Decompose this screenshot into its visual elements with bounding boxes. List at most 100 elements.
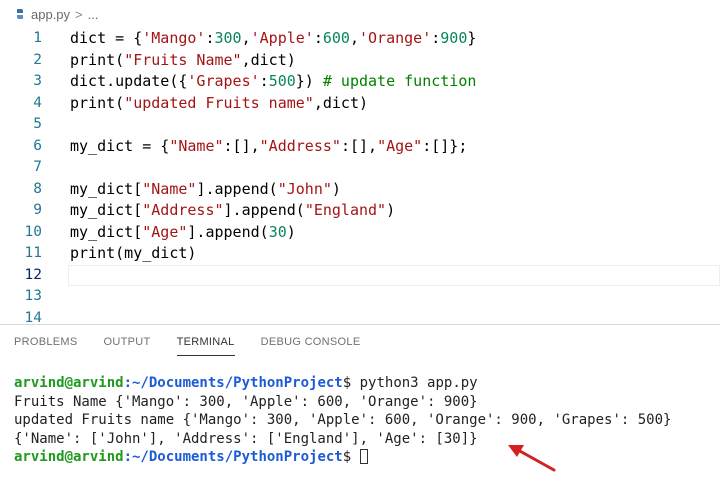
red-arrow-icon: [508, 445, 556, 472]
code-line[interactable]: 10 my_dict["Age"].append(30): [0, 222, 720, 244]
code-token: ].append(: [196, 179, 278, 198]
line-number: 5: [33, 116, 42, 132]
code-token: 900: [440, 29, 468, 47]
terminal-output-line: Fruits Name {'Mango': 300, 'Apple': 600,…: [14, 393, 478, 410]
code-token: 'Grapes': [187, 72, 260, 90]
code-token: ,: [241, 29, 251, 47]
code-token: ): [331, 179, 341, 198]
line-number: 4: [33, 94, 42, 111]
breadcrumb-ellipsis[interactable]: ...: [88, 7, 99, 22]
tab-output[interactable]: OUTPUT: [104, 328, 151, 356]
code-token: "updated Fruits name": [124, 93, 314, 112]
code-text: my_dict["Age"].append(30): [70, 222, 296, 244]
tab-problems[interactable]: PROBLEMS: [14, 328, 78, 356]
code-token: 300: [214, 29, 242, 47]
code-line[interactable]: 6 my_dict = {"Name":[],"Address":[],"Age"…: [0, 136, 720, 158]
code-line[interactable]: 4 print("updated Fruits name",dict): [0, 93, 720, 115]
code-token: "Name": [169, 136, 224, 155]
code-text: dict.update({'Grapes':500}) # update fun…: [70, 71, 476, 93]
breadcrumb: app.py > ...: [0, 0, 720, 28]
code-token: :[],: [340, 136, 378, 155]
code-token: 'Mango': [142, 29, 206, 47]
code-token: "Name": [142, 179, 197, 198]
chevron-right-icon: >: [75, 6, 83, 22]
tab-debug-console[interactable]: DEBUG CONSOLE: [261, 328, 361, 356]
terminal-prompt-line: arvind@arvind:~/Documents/PythonProject$: [14, 448, 720, 467]
code-line[interactable]: 5: [0, 114, 720, 136]
prompt-path: :~/Documents/PythonProject: [123, 449, 343, 465]
line-number: 13: [24, 288, 42, 304]
prompt-user: arvind@arvind: [14, 449, 124, 465]
line-number: 7: [33, 159, 42, 175]
code-token: ): [386, 201, 396, 219]
code-token: 'Orange': [359, 29, 432, 47]
code-token: :: [205, 29, 215, 47]
code-token: my_dict = {: [70, 136, 170, 155]
prompt-symbol: $: [342, 375, 352, 391]
terminal-cursor[interactable]: [359, 449, 368, 464]
code-token: 30: [268, 222, 287, 241]
code-text: print(my_dict): [70, 243, 196, 265]
line-number: 10: [24, 223, 42, 240]
code-editor[interactable]: 1 dict = {'Mango':300,'Apple':600,'Orange…: [0, 28, 720, 326]
code-token: :: [313, 29, 323, 47]
code-line[interactable]: 3 dict.update({'Grapes':500}) # update fu…: [0, 71, 720, 93]
line-number: 11: [24, 245, 42, 261]
tab-terminal[interactable]: TERMINAL: [176, 328, 235, 356]
code-token: print(my_dict): [70, 244, 197, 262]
code-token: my_dict[: [70, 222, 143, 241]
code-line[interactable]: 7: [0, 157, 720, 179]
terminal-command: python3 app.py: [351, 375, 478, 391]
code-line[interactable]: 9 my_dict["Address"].append("England"): [0, 200, 720, 222]
code-token: "Age": [142, 222, 188, 241]
code-token: dict.update({: [70, 72, 188, 90]
prompt-path: :~/Documents/PythonProject: [123, 375, 343, 391]
code-text: print("Fruits Name",dict): [70, 50, 296, 72]
code-token: :[],: [223, 136, 260, 155]
line-number: 12: [24, 266, 42, 283]
code-token: "England": [304, 201, 387, 219]
code-line[interactable]: 11 print(my_dict): [0, 243, 720, 265]
code-token: :[]};: [422, 136, 468, 155]
code-token: ].append(: [223, 201, 305, 219]
line-number: 1: [33, 30, 42, 46]
code-token: ,dict): [313, 93, 369, 112]
code-token: }): [295, 72, 323, 90]
terminal-output-line: {'Name': ['John'], 'Address': ['England'…: [14, 430, 478, 447]
line-number: 8: [33, 180, 42, 197]
terminal-output-line: updated Fruits name {'Mango': 300, 'Appl…: [14, 412, 672, 428]
code-line[interactable]: 1 dict = {'Mango':300,'Apple':600,'Orange…: [0, 28, 720, 50]
code-token: "John": [277, 179, 332, 198]
code-line[interactable]: 8 my_dict["Name"].append("John"): [0, 179, 720, 201]
line-number: 2: [33, 51, 42, 68]
line-number: 6: [33, 137, 42, 154]
code-line[interactable]: 2 print("Fruits Name",dict): [0, 50, 720, 72]
code-token: dict = {: [70, 29, 143, 47]
code-token: my_dict[: [70, 179, 143, 198]
terminal-command-line: arvind@arvind:~/Documents/PythonProject$…: [14, 374, 720, 393]
panel-tabs: PROBLEMS OUTPUT TERMINAL DEBUG CONSOLE: [0, 325, 720, 359]
code-token: "Address": [142, 201, 224, 219]
code-text: my_dict["Address"].append("England"): [70, 200, 395, 222]
code-token: "Address": [259, 136, 341, 155]
code-line[interactable]: 13: [0, 286, 720, 308]
code-token: # update function: [322, 72, 477, 90]
code-text: dict = {'Mango':300,'Apple':600,'Orange'…: [70, 28, 476, 50]
code-token: ,dict): [241, 50, 296, 69]
code-token: :: [431, 29, 441, 47]
code-text: print("updated Fruits name",dict): [70, 93, 368, 115]
code-token: 500: [268, 72, 296, 90]
code-token: my_dict[: [70, 201, 143, 219]
code-token: print(: [70, 93, 125, 112]
terminal[interactable]: arvind@arvind:~/Documents/PythonProject$…: [14, 374, 720, 467]
code-token: 600: [322, 29, 350, 47]
code-line[interactable]: 12: [0, 264, 720, 287]
code-token: "Age": [377, 136, 423, 155]
code-text: my_dict["Name"].append("John"): [70, 179, 341, 201]
code-token: print(: [70, 50, 125, 69]
breadcrumb-file[interactable]: app.py: [31, 7, 70, 22]
code-text: my_dict = {"Name":[],"Address":[],"Age":…: [70, 136, 467, 158]
line-number: 3: [33, 73, 42, 89]
prompt-symbol: $: [342, 449, 352, 465]
code-token: }: [467, 29, 477, 47]
